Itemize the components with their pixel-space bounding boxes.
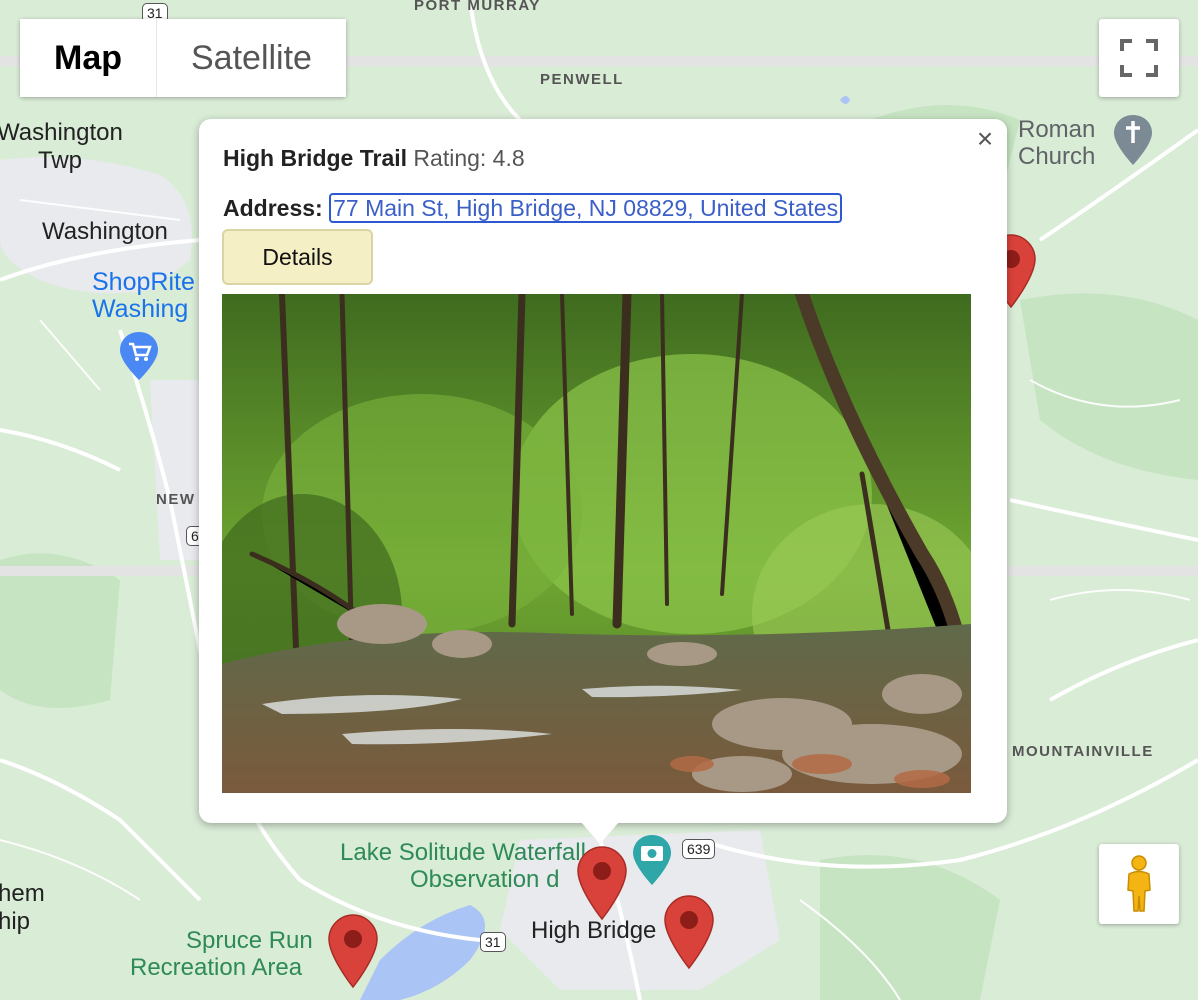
street-view-pegman-button[interactable] [1099,844,1179,924]
fullscreen-button[interactable] [1099,19,1179,97]
poi-label-spruce-run-line1[interactable]: Spruce Run [186,927,313,954]
map-type-satellite-button[interactable]: Satellite [157,19,346,97]
place-name: High Bridge Trail [223,145,408,171]
place-label-washington-twp-line1: Washington [0,119,123,146]
info-window: High Bridge Trail Rating: 4.8 Address: 7… [199,119,1007,823]
info-window-title-line: High Bridge Trail Rating: 4.8 [223,145,525,172]
place-label-washington-twp-line2: Twp [38,147,83,174]
details-button[interactable]: Details [222,229,373,285]
map-marker-spruce-run[interactable] [327,913,379,989]
map-type-map-button[interactable]: Map [20,19,157,97]
map-marker-high-bridge-trail[interactable] [576,845,628,921]
place-label-bethlehem-line2: hip [0,908,31,935]
camera-icon[interactable] [631,833,673,889]
poi-label-roman-church-line2[interactable]: Church [1018,143,1095,170]
info-window-tail [581,822,619,844]
poi-label-shoprite-line1[interactable]: ShopRite [92,269,195,296]
poi-label-lake-solitude-line2[interactable]: Observation d [410,866,559,893]
poi-label-shoprite-line2[interactable]: Washing [92,296,188,323]
pegman-icon [1127,855,1151,912]
route-shield-31-bottom: 31 [480,932,506,952]
poi-label-roman-church-line1[interactable]: Roman [1018,116,1095,143]
place-label-penwell: PENWELL [540,71,624,88]
shopping-cart-icon[interactable] [118,330,160,382]
church-cross-icon[interactable] [1112,113,1154,169]
place-label-washington: Washington [42,218,168,245]
place-label-new: NEW [156,491,196,508]
place-photo [222,294,971,793]
address-label: Address: [223,195,323,221]
fullscreen-icon [1120,39,1158,77]
poi-label-spruce-run-line2[interactable]: Recreation Area [130,954,302,981]
place-rating: Rating: 4.8 [413,145,525,171]
map-type-control: Map Satellite [20,19,346,97]
address-link[interactable]: 77 Main St, High Bridge, NJ 08829, Unite… [329,193,843,223]
place-label-mountainville: MOUNTAINVILLE [1012,743,1154,760]
place-label-high-bridge: High Bridge [531,917,657,944]
close-icon[interactable]: × [969,123,1001,155]
place-label-bethlehem-line1: hem [0,880,45,907]
place-label-port-murray: PORT MURRAY [414,0,541,14]
map-marker-high-bridge-east[interactable] [663,894,715,970]
route-shield-639: 639 [682,839,716,859]
info-window-address-line: Address: 77 Main St, High Bridge, NJ 088… [223,193,843,223]
poi-label-lake-solitude-line1[interactable]: Lake Solitude Waterfall [340,839,586,866]
